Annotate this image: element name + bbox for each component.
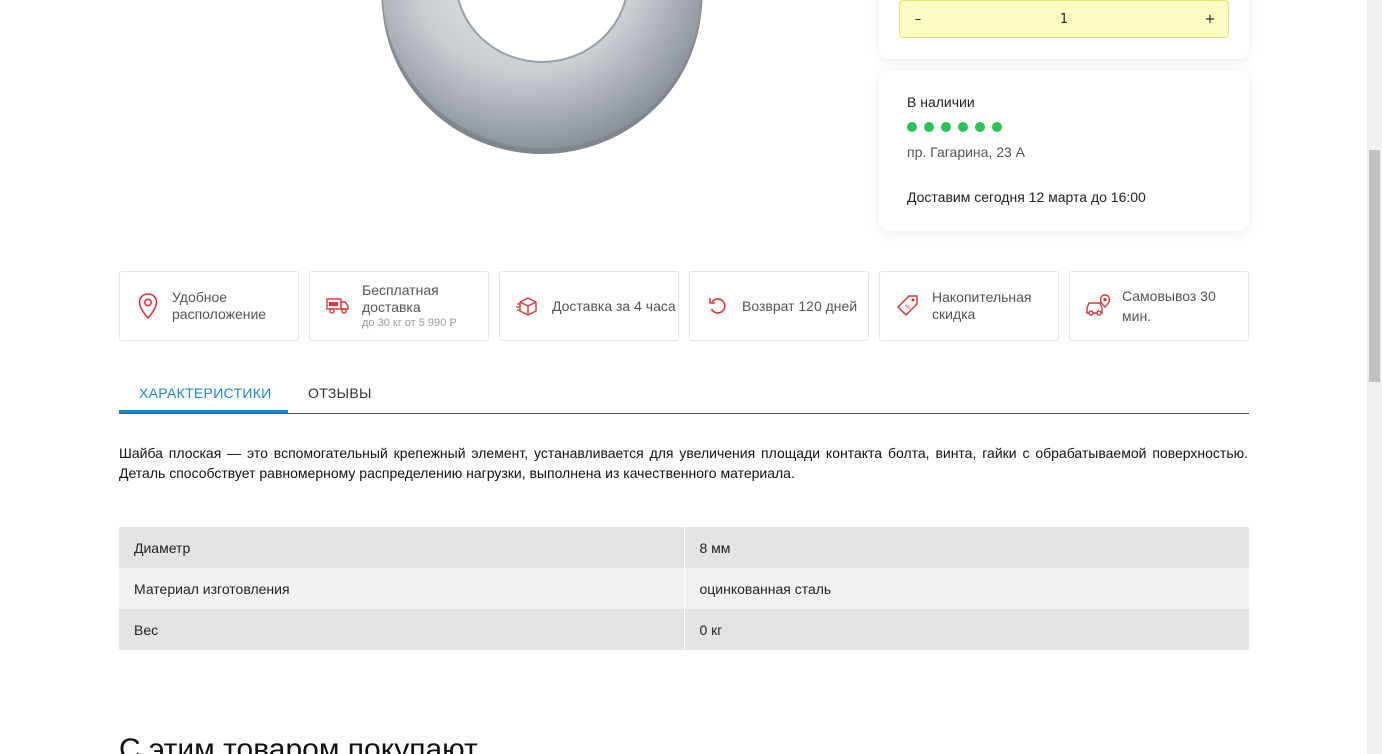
spec-value: оцинкованная сталь bbox=[684, 568, 1249, 609]
delivery-estimate: Доставим сегодня 12 марта до 16:00 bbox=[907, 189, 1146, 205]
spec-name: Диаметр bbox=[119, 527, 685, 568]
store-address: пр. Гагарина, 23 А bbox=[907, 144, 1026, 160]
feature-label: Самовывоз 30 мин. bbox=[1122, 288, 1216, 324]
spec-name: Материал изготовления bbox=[119, 568, 685, 609]
decrease-quantity-button[interactable]: – bbox=[900, 12, 936, 27]
box-icon bbox=[514, 292, 542, 320]
availability-card: В наличии пр. Гагарина, 23 А Доставим се… bbox=[879, 70, 1249, 231]
feature-sublabel: до 30 кг от 5 990 Р bbox=[362, 317, 457, 329]
quantity-card: – 1 + bbox=[879, 0, 1249, 59]
svg-text:%: % bbox=[905, 304, 911, 311]
feature-location: Удобное расположение bbox=[119, 271, 299, 341]
product-image bbox=[380, 0, 704, 154]
car-pickup-icon bbox=[1084, 292, 1112, 320]
product-tabs: ХАРАКТЕРИСТИКИ ОТЗЫВЫ bbox=[119, 372, 1249, 414]
stock-dot bbox=[941, 122, 951, 132]
feature-label: Накопительная скидка bbox=[932, 289, 1032, 322]
quantity-stepper[interactable]: – 1 + bbox=[899, 0, 1229, 38]
product-description: Шайба плоская — это вспомогательный креп… bbox=[119, 445, 1248, 481]
quantity-value[interactable]: 1 bbox=[1060, 12, 1068, 27]
feature-return: Возврат 120 дней bbox=[689, 271, 869, 341]
availability-status: В наличии bbox=[907, 94, 975, 110]
location-pin-icon bbox=[134, 292, 162, 320]
feature-label: Удобное расположение bbox=[172, 289, 267, 322]
feature-text: Бесплатная доставка до 30 кг от 5 990 Р bbox=[362, 282, 488, 330]
stock-dot bbox=[975, 122, 985, 132]
spec-value: 0 кг bbox=[684, 609, 1249, 650]
feature-label: Бесплатная доставка bbox=[362, 282, 439, 315]
free-delivery-truck-icon bbox=[324, 292, 352, 320]
product-page: – 1 + В наличии пр. Гагарина, 23 А Доста… bbox=[0, 0, 1367, 754]
features-row: Удобное расположение Бесплатная доставка… bbox=[119, 271, 1249, 341]
feature-discount: % Накопительная скидка bbox=[879, 271, 1059, 341]
specs-table: Диаметр 8 мм Материал изготовления оцинк… bbox=[119, 527, 1249, 650]
scrollbar-thumb[interactable] bbox=[1369, 150, 1380, 382]
feature-free-delivery: Бесплатная доставка до 30 кг от 5 990 Р bbox=[309, 271, 489, 341]
stock-dot bbox=[992, 122, 1002, 132]
stock-dot bbox=[907, 122, 917, 132]
stock-dot bbox=[924, 122, 934, 132]
discount-tag-icon: % bbox=[894, 292, 922, 320]
feature-pickup: Самовывоз 30 мин. bbox=[1069, 271, 1249, 341]
related-products-title: С этим товаром покупают bbox=[119, 733, 478, 754]
stock-level-indicator bbox=[907, 122, 1002, 132]
table-row: Материал изготовления оцинкованная сталь bbox=[119, 568, 1249, 609]
table-row: Вес 0 кг bbox=[119, 609, 1249, 650]
feature-label: Доставка за 4 часа bbox=[552, 298, 676, 314]
return-arrow-icon bbox=[704, 292, 732, 320]
spec-name: Вес bbox=[119, 609, 685, 650]
feature-label: Возврат 120 дней bbox=[742, 298, 858, 314]
active-tab-indicator bbox=[119, 410, 288, 413]
feature-fast-delivery: Доставка за 4 часа bbox=[499, 271, 679, 341]
tab-characteristics[interactable]: ХАРАКТЕРИСТИКИ bbox=[139, 385, 272, 401]
stock-dot bbox=[958, 122, 968, 132]
table-row: Диаметр 8 мм bbox=[119, 527, 1249, 568]
tab-reviews[interactable]: ОТЗЫВЫ bbox=[308, 385, 372, 401]
page-scrollbar[interactable] bbox=[1367, 0, 1382, 754]
increase-quantity-button[interactable]: + bbox=[1192, 12, 1228, 27]
spec-value: 8 мм bbox=[684, 527, 1249, 568]
